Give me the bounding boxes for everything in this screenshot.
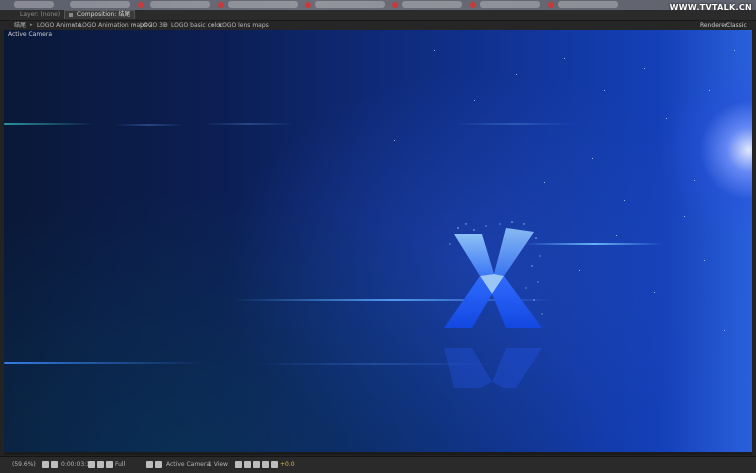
magnification-dropdown[interactable]: (59.6%) bbox=[12, 461, 36, 469]
timeline-icon[interactable] bbox=[253, 461, 260, 468]
particle bbox=[564, 58, 565, 59]
tab-layer[interactable]: Layer: (none) bbox=[16, 11, 64, 19]
camera-snapshot-icon[interactable] bbox=[88, 461, 95, 468]
record-icon bbox=[218, 2, 224, 8]
tab-layer-label: Layer: (none) bbox=[20, 11, 61, 18]
panel-tab-bar: Layer: (none) Composition: 结尾 bbox=[0, 10, 756, 21]
grid-icon[interactable] bbox=[42, 461, 49, 468]
composition-viewer[interactable]: Active Camera bbox=[4, 30, 752, 454]
renderer-label: Renderer: bbox=[700, 22, 730, 29]
breadcrumb: 结尾 ▸ LOGO Animate ▸ LOGO Animation maps … bbox=[0, 21, 756, 38]
toggle-pixel-aspect-icon[interactable] bbox=[235, 461, 242, 468]
x-logo bbox=[444, 221, 543, 328]
particle bbox=[616, 235, 617, 236]
x-logo-reflection bbox=[444, 348, 542, 388]
particle bbox=[709, 90, 710, 91]
color-channel-icon[interactable] bbox=[106, 461, 113, 468]
particle bbox=[694, 180, 695, 181]
particle bbox=[724, 330, 725, 331]
light-streak bbox=[524, 243, 664, 245]
mask-icon[interactable] bbox=[51, 461, 58, 468]
particle bbox=[434, 50, 435, 51]
browser-tab[interactable] bbox=[558, 1, 618, 8]
logo-lower-right-shape bbox=[492, 276, 542, 328]
tab-composition-label: Composition: 结尾 bbox=[76, 11, 131, 18]
resolution-dropdown[interactable]: Full bbox=[115, 461, 125, 469]
reset-exposure-icon[interactable] bbox=[271, 461, 278, 468]
light-streak bbox=[4, 362, 204, 364]
light-streak bbox=[114, 124, 184, 126]
particle bbox=[544, 182, 545, 183]
breadcrumb-item[interactable]: 结尾 bbox=[14, 21, 26, 30]
browser-tab[interactable] bbox=[315, 1, 385, 8]
record-icon bbox=[138, 2, 144, 8]
viewer-toolbar: (59.6%) 0:00:03:16 Full Active Camera 1 … bbox=[0, 456, 756, 473]
lock-icon[interactable] bbox=[69, 12, 73, 17]
particle bbox=[516, 74, 517, 75]
logo-upper-left-shape bbox=[454, 234, 494, 276]
particle bbox=[704, 260, 705, 261]
browser-tab[interactable] bbox=[150, 1, 210, 8]
particle bbox=[604, 90, 605, 91]
chevron-right-icon: ▸ bbox=[72, 22, 75, 28]
particle bbox=[579, 270, 580, 271]
particle bbox=[734, 50, 735, 51]
particle bbox=[624, 200, 625, 201]
record-icon bbox=[470, 2, 476, 8]
camera-view-dropdown[interactable]: Active Camera bbox=[166, 461, 210, 469]
active-camera-label: Active Camera bbox=[8, 31, 53, 38]
light-streak bbox=[204, 123, 294, 125]
browser-tab[interactable] bbox=[14, 1, 54, 8]
transparency-grid-icon[interactable] bbox=[155, 461, 162, 468]
light-streak bbox=[4, 123, 94, 125]
browser-tab[interactable] bbox=[228, 1, 298, 8]
particle bbox=[644, 68, 645, 69]
record-icon bbox=[548, 2, 554, 8]
reflection-right-shape bbox=[492, 348, 542, 388]
particle bbox=[654, 292, 655, 293]
browser-tab[interactable] bbox=[402, 1, 462, 8]
window-top-strip: WWW.TVTALK.CN bbox=[0, 0, 756, 12]
record-icon bbox=[392, 2, 398, 8]
browser-tab[interactable] bbox=[70, 1, 130, 8]
flowchart-icon[interactable] bbox=[262, 461, 269, 468]
chevron-right-icon: ▸ bbox=[164, 22, 167, 28]
chevron-right-icon: ▸ bbox=[212, 22, 215, 28]
logo-upper-right-shape bbox=[494, 228, 534, 276]
browser-tab[interactable] bbox=[480, 1, 540, 8]
region-of-interest-icon[interactable] bbox=[146, 461, 153, 468]
light-streak bbox=[454, 123, 574, 125]
particle bbox=[592, 158, 593, 159]
views-layout-dropdown[interactable]: 1 View bbox=[208, 461, 228, 469]
tab-composition[interactable]: Composition: 结尾 bbox=[64, 10, 136, 19]
exposure-value[interactable]: +0.0 bbox=[280, 461, 295, 469]
particle bbox=[394, 140, 395, 141]
particle bbox=[684, 216, 685, 217]
viewer-scrollbar[interactable] bbox=[4, 452, 752, 455]
record-icon bbox=[305, 2, 311, 8]
particle bbox=[474, 100, 475, 101]
chevron-right-icon: ▸ bbox=[133, 22, 136, 28]
fast-previews-icon[interactable] bbox=[244, 461, 251, 468]
reflection-left-shape bbox=[444, 348, 492, 388]
particle bbox=[666, 118, 667, 119]
breadcrumb-item[interactable]: LOGO lens maps bbox=[219, 21, 269, 30]
logo-lower-left-shape bbox=[444, 276, 492, 328]
chevron-right-icon: ▸ bbox=[30, 22, 33, 28]
show-snapshot-icon[interactable] bbox=[97, 461, 104, 468]
